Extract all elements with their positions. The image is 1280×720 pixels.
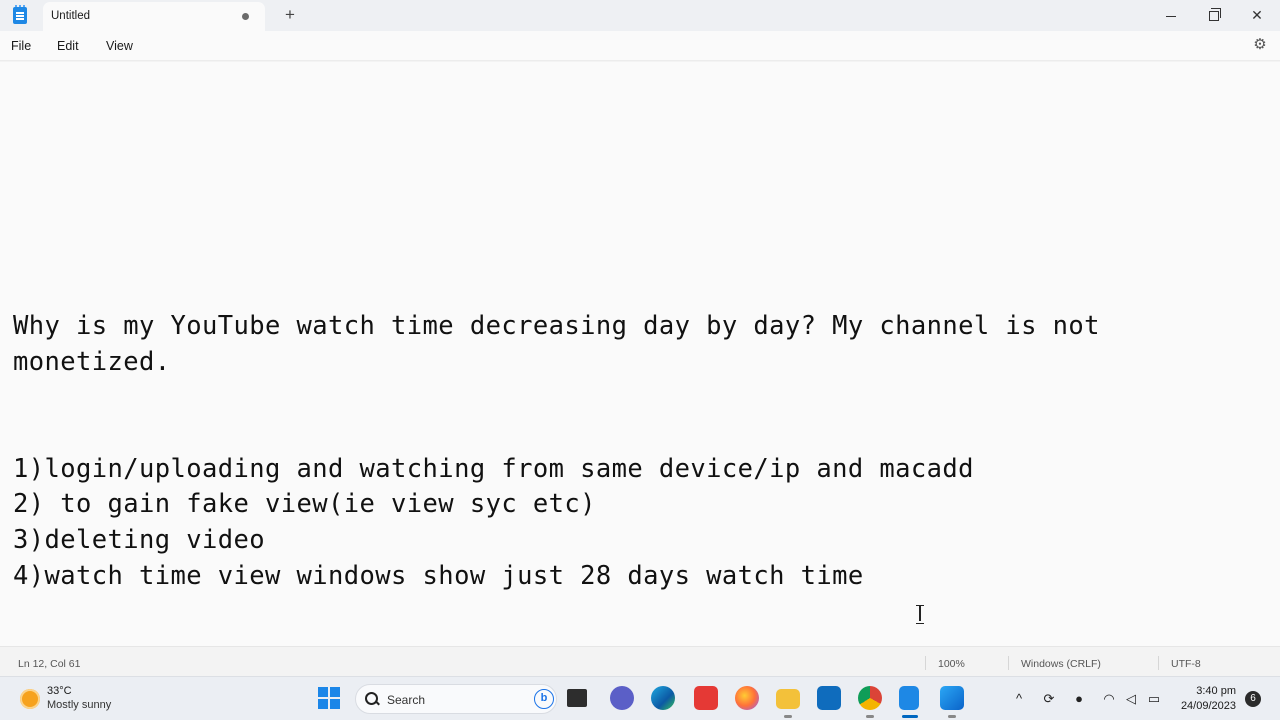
running-indicator <box>866 715 874 718</box>
encoding: UTF-8 <box>1171 658 1201 670</box>
status-bar: Ln 12, Col 61 100% Windows (CRLF) UTF-8 <box>0 646 1280 676</box>
menu-view[interactable]: View <box>106 39 133 53</box>
editor-line: 4)watch time view windows show just 28 d… <box>13 561 864 591</box>
notification-badge[interactable]: 6 <box>1245 691 1261 707</box>
status-divider <box>1008 656 1009 670</box>
weather-temperature[interactable]: 33°C <box>47 685 72 697</box>
menu-bar: File Edit View <box>0 31 1280 61</box>
settings-gear-icon[interactable]: ⚙ <box>1252 37 1268 53</box>
editor-line: 1)login/uploading and watching from same… <box>13 454 974 484</box>
line-ending: Windows (CRLF) <box>1021 658 1101 670</box>
title-bar: Untitled + ✕ <box>0 0 1280 31</box>
editor-line: Why is my YouTube watch time decreasing … <box>13 311 1100 341</box>
wifi-icon[interactable]: ◠ <box>1100 689 1118 709</box>
ibeam-cursor-icon <box>916 605 924 624</box>
bing-icon[interactable]: b <box>534 689 554 709</box>
menu-file[interactable]: File <box>11 39 31 53</box>
search-icon <box>365 692 379 706</box>
running-indicator <box>784 715 792 718</box>
chrome-icon[interactable] <box>858 686 882 710</box>
maximize-button[interactable] <box>1192 0 1236 31</box>
weather-sun-icon[interactable] <box>20 689 40 709</box>
notepad-app-icon <box>13 5 27 24</box>
cursor-position: Ln 12, Col 61 <box>18 658 81 670</box>
weather-description[interactable]: Mostly sunny <box>47 699 111 711</box>
close-icon: ✕ <box>1251 7 1263 23</box>
clock-time[interactable]: 3:40 pm <box>1192 685 1236 697</box>
status-divider <box>1158 656 1159 670</box>
minimize-button[interactable] <box>1149 0 1193 31</box>
close-button[interactable]: ✕ <box>1235 0 1279 31</box>
menu-edit[interactable]: Edit <box>57 39 79 53</box>
firefox-icon[interactable] <box>735 686 759 710</box>
notepad-icon[interactable] <box>899 686 919 710</box>
taskbar-search-box[interactable]: Search b <box>355 684 557 714</box>
task-view-icon[interactable] <box>567 689 587 707</box>
running-indicator <box>948 715 956 718</box>
editor-line: 3)deleting video <box>13 525 266 555</box>
edge-icon[interactable] <box>651 686 675 710</box>
volume-icon[interactable]: ◁ <box>1122 689 1140 709</box>
new-tab-button[interactable]: + <box>281 5 299 25</box>
active-indicator <box>902 715 918 718</box>
windows-start-icon[interactable] <box>318 687 340 709</box>
outlook-icon[interactable] <box>817 686 841 710</box>
editor-line: monetized. <box>13 347 171 377</box>
microphone-icon[interactable]: ● <box>1070 689 1088 709</box>
tab-title: Untitled <box>51 10 90 22</box>
editor-line: 2) to gain fake view(ie view syc etc) <box>13 489 596 519</box>
tab-untitled[interactable]: Untitled <box>43 2 265 31</box>
sync-icon[interactable]: ⟳ <box>1040 689 1058 709</box>
minimize-icon <box>1166 16 1176 17</box>
zoom-level: 100% <box>938 658 965 670</box>
app-red-icon[interactable] <box>694 686 718 710</box>
text-editor[interactable] <box>0 62 1280 646</box>
chevron-up-icon[interactable]: ^ <box>1010 689 1028 709</box>
battery-icon[interactable]: ▭ <box>1145 689 1163 709</box>
clock-date[interactable]: 24/09/2023 <box>1172 700 1236 712</box>
restore-icon <box>1209 7 1221 21</box>
teams-icon[interactable] <box>610 686 634 710</box>
paint-icon[interactable] <box>940 686 964 710</box>
status-divider <box>925 656 926 670</box>
search-placeholder: Search <box>387 693 426 707</box>
folder-icon[interactable] <box>776 689 800 709</box>
unsaved-dot-icon[interactable] <box>242 13 249 20</box>
taskbar: 33°C Mostly sunny Search b ^ ⟳ ● ◠ ◁ ▭ 3… <box>0 676 1280 720</box>
